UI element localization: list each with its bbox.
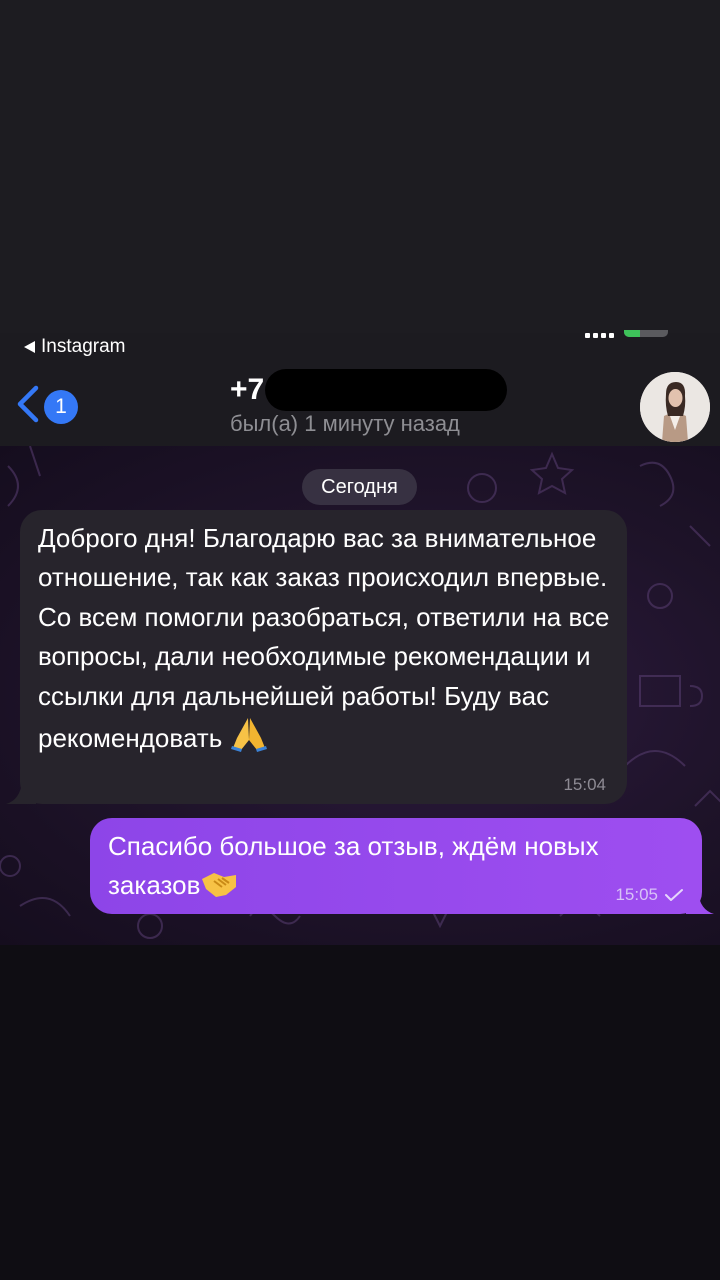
status-indicators <box>585 330 668 338</box>
message-text: Спасибо большое за отзыв, ждём новых зак… <box>108 827 693 905</box>
unread-count-badge[interactable]: 1 <box>44 390 78 424</box>
bubble-tail <box>6 782 36 804</box>
message-meta: 15:05 <box>615 885 684 905</box>
contact-avatar-photo-icon <box>640 372 710 442</box>
message-text: Доброго дня! Благодарю вас за внимательн… <box>38 519 618 758</box>
outgoing-message-bubble[interactable]: Спасибо большое за отзыв, ждём новых зак… <box>90 818 714 914</box>
battery-icon <box>624 330 668 337</box>
message-time: 15:05 <box>615 885 658 904</box>
handshake-emoji-icon <box>202 873 237 897</box>
signal-icon <box>585 333 614 338</box>
message-time: 15:04 <box>563 775 606 794</box>
back-to-app-link[interactable]: Instagram <box>24 336 125 358</box>
bottom-blank-area <box>0 945 720 1280</box>
date-separator: Сегодня <box>302 469 417 505</box>
chat-header: 1 +7 был(а) 1 минуту назад <box>0 361 720 446</box>
contact-name[interactable]: +7 <box>230 373 264 407</box>
top-blank-area <box>0 0 720 333</box>
back-triangle-icon <box>24 341 35 353</box>
chevron-left-icon[interactable] <box>14 384 44 424</box>
back-to-app-label: Instagram <box>41 336 126 357</box>
message-text-content: Спасибо большое за отзыв, ждём новых зак… <box>108 831 599 900</box>
message-text-content: Доброго дня! Благодарю вас за внимательн… <box>38 523 610 754</box>
folded-hands-emoji-icon <box>231 718 268 753</box>
incoming-message-bubble[interactable]: Доброго дня! Благодарю вас за внимательн… <box>6 510 627 804</box>
single-check-icon <box>665 889 683 901</box>
contact-avatar[interactable] <box>640 372 710 442</box>
chat-area[interactable]: Сегодня Доброго дня! Благодарю вас за вн… <box>0 446 720 945</box>
name-redaction-mark <box>265 369 507 411</box>
last-seen-status: был(а) 1 минуту назад <box>230 411 460 436</box>
